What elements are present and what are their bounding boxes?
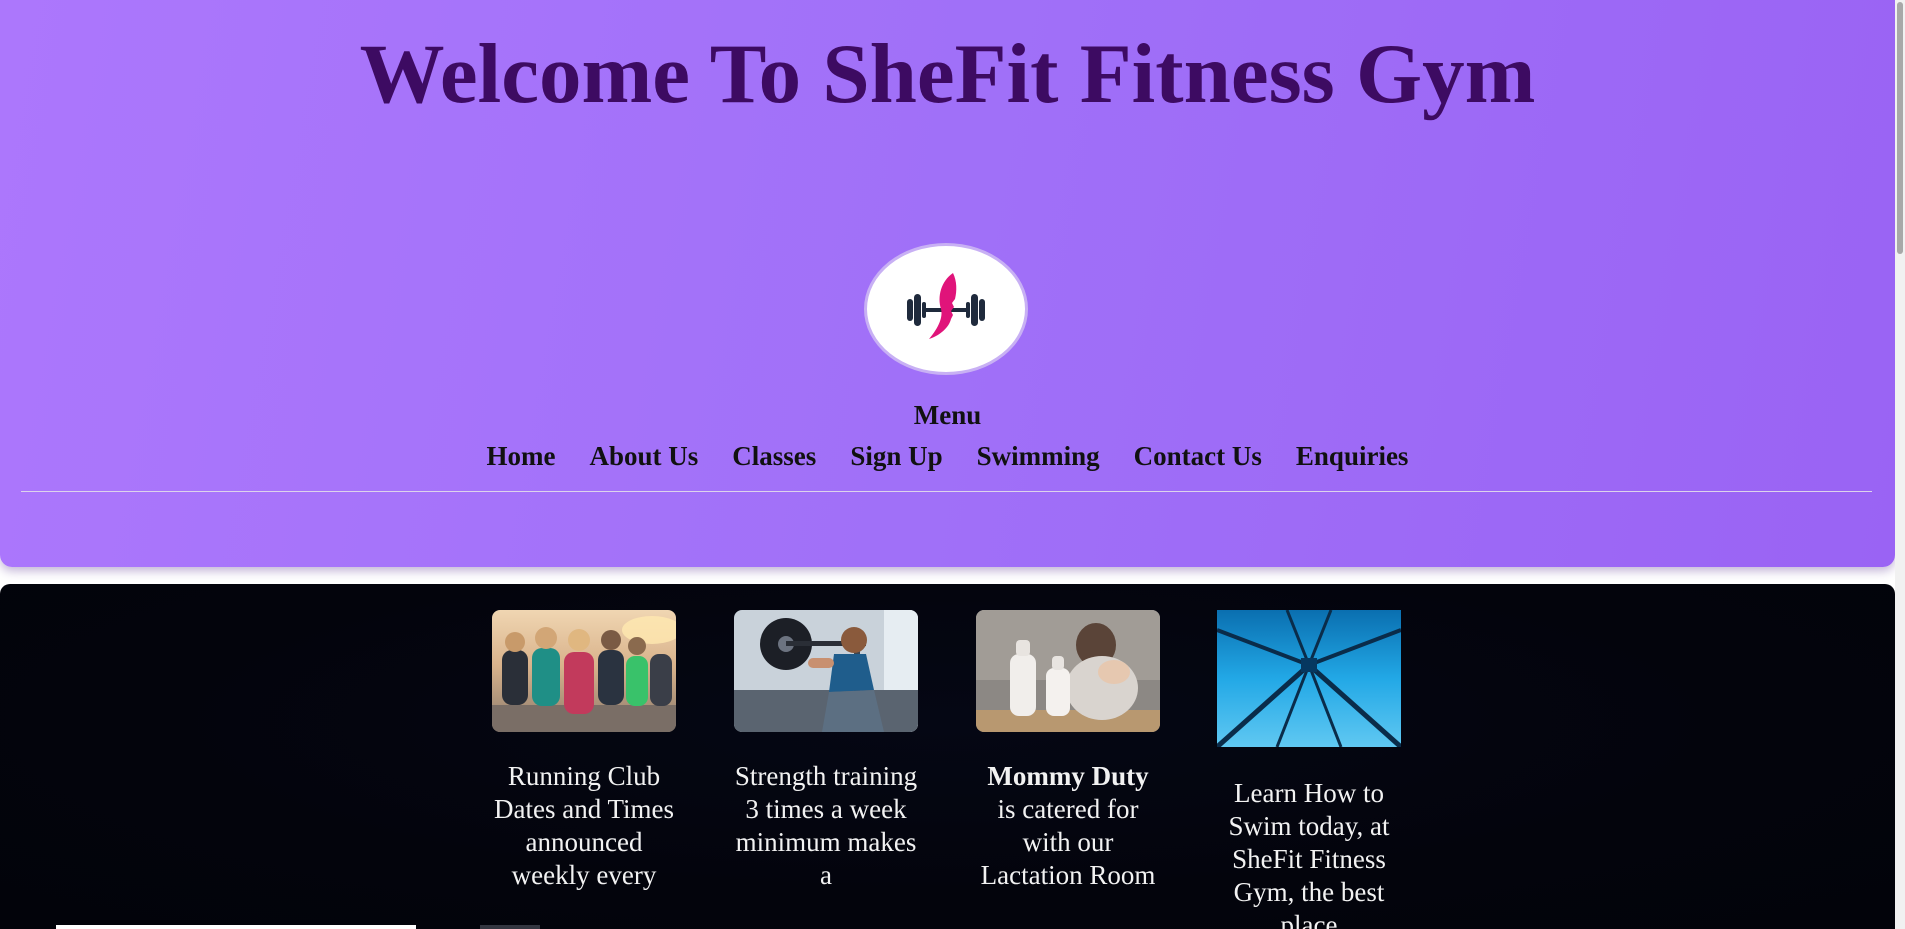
content-panel: Running Club Dates and Times announced w… (0, 584, 1895, 929)
card-text: Learn How to Swim today, at SheFit Fitne… (1228, 778, 1390, 929)
card-text: Running Club Dates and Times announced w… (493, 761, 674, 890)
card-text-bold: Mommy Duty (987, 761, 1149, 791)
card-text: Strength training 3 times a week minimum… (734, 761, 918, 890)
strength-training-photo (734, 610, 918, 732)
vertical-scrollbar-thumb[interactable] (1897, 2, 1903, 254)
horizontal-scrollbar-thumb[interactable] (480, 925, 540, 929)
card-lactation-room: Mommy Duty is catered for with our Lacta… (976, 610, 1160, 892)
nav-swimming-link[interactable]: Swimming (977, 441, 1100, 472)
menu-heading: Menu (913, 400, 982, 430)
swimming-pool-photo (1217, 610, 1401, 747)
site-title: Welcome To SheFit Fitness Gym (359, 27, 1536, 121)
nav-classes-link[interactable]: Classes (732, 441, 816, 472)
header-divider (21, 491, 1872, 492)
card-running-club: Running Club Dates and Times announced w… (492, 610, 676, 892)
logo[interactable] (864, 243, 1028, 375)
horizontal-scrollbar-track (56, 925, 416, 929)
card-text-rest: is catered for with our Lactation Room (980, 794, 1156, 890)
running-club-photo (492, 610, 676, 732)
nav-sign-up-link[interactable]: Sign Up (850, 441, 942, 472)
page: Welcome To SheFit Fitness Gym Menu Home … (0, 0, 1905, 929)
main-nav: Home About Us Classes Sign Up Swimming C… (0, 441, 1895, 472)
site-header: Welcome To SheFit Fitness Gym Menu Home … (0, 0, 1895, 567)
nav-enquiries-link[interactable]: Enquiries (1296, 441, 1409, 472)
card-swimming: Learn How to Swim today, at SheFit Fitne… (1217, 610, 1401, 929)
vertical-scrollbar[interactable] (1895, 0, 1905, 929)
card-text: Mommy Duty is catered for with our Lacta… (976, 760, 1160, 892)
lactation-room-photo (976, 610, 1160, 732)
nav-contact-us-link[interactable]: Contact Us (1134, 441, 1262, 472)
card-strength-training: Strength training 3 times a week minimum… (734, 610, 918, 892)
nav-home-link[interactable]: Home (487, 441, 556, 472)
dumbbell-woman-logo-icon (907, 273, 985, 339)
nav-about-us-link[interactable]: About Us (590, 441, 699, 472)
